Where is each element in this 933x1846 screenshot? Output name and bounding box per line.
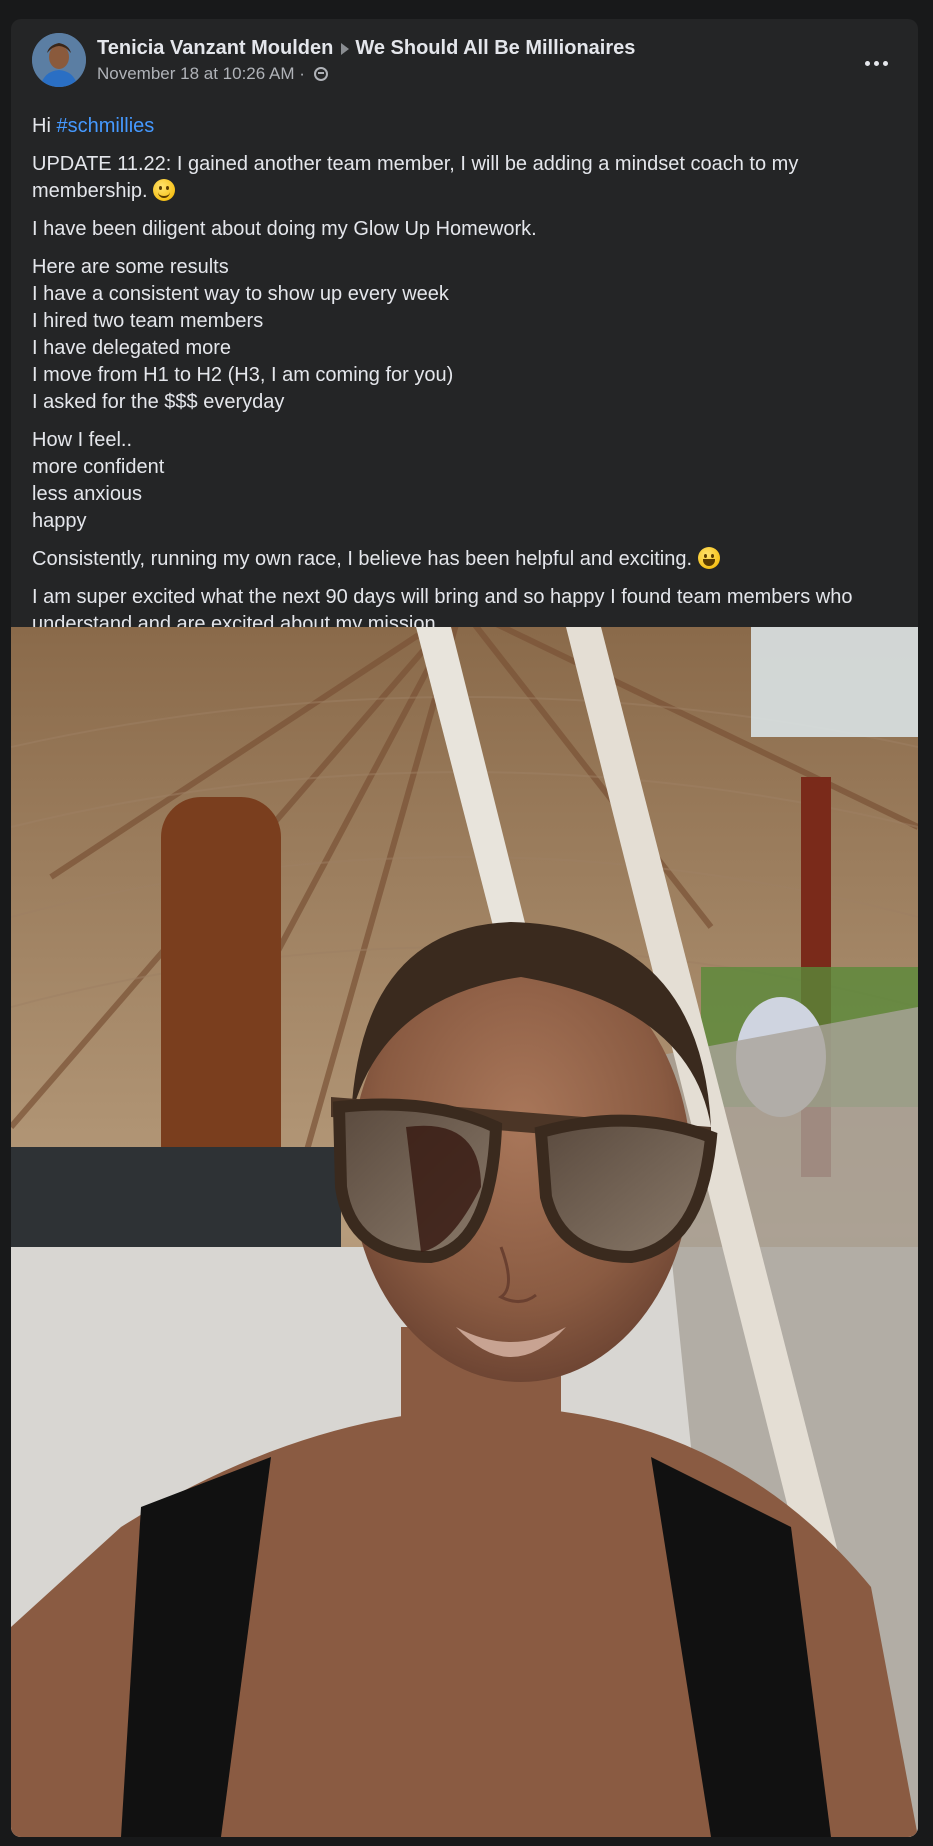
results-line: I have delegated more xyxy=(32,337,232,359)
greeting-paragraph: Hi #schmillies xyxy=(32,113,900,140)
author-name[interactable]: Tenicia Vanzant Moulden xyxy=(97,37,333,59)
more-options-icon xyxy=(864,60,870,66)
hashtag-link[interactable]: #schmillies xyxy=(56,115,154,137)
more-options-button[interactable] xyxy=(856,49,896,77)
update-paragraph: UPDATE 11.22: I gained another team memb… xyxy=(32,151,900,205)
feelings-paragraph: How I feel.. more confident less anxious… xyxy=(32,427,900,535)
post-author-line: Tenicia Vanzant Moulden We Should All Be … xyxy=(97,35,635,61)
results-paragraph: Here are some results I have a consisten… xyxy=(32,254,900,416)
smirking-face-emoji xyxy=(153,179,176,201)
feelings-line: less anxious xyxy=(32,483,143,505)
diligent-paragraph: I have been diligent about doing my Glow… xyxy=(32,216,900,243)
shared-to-arrow-icon xyxy=(341,42,350,55)
race-text: Consistently, running my own race, I bel… xyxy=(32,548,693,570)
grinning-face-emoji xyxy=(697,547,720,569)
feelings-line: happy xyxy=(32,510,87,532)
post-header: Tenicia Vanzant Moulden We Should All Be … xyxy=(11,19,918,99)
meta-separator: · xyxy=(299,64,305,83)
results-line: I move from H1 to H2 (H3, I am coming fo… xyxy=(32,364,454,386)
more-options-dot xyxy=(882,60,888,66)
post-timestamp[interactable]: November 18 at 10:26 AM xyxy=(97,64,295,83)
post-photo[interactable] xyxy=(11,627,918,1837)
race-paragraph: Consistently, running my own race, I bel… xyxy=(32,546,900,573)
post-meta: November 18 at 10:26 AM · xyxy=(97,63,328,85)
results-line: I have a consistent way to show up every… xyxy=(32,283,449,305)
results-line: Here are some results xyxy=(32,256,229,278)
diligent-text: I have been diligent about doing my Glow… xyxy=(32,218,537,240)
greeting-text: Hi xyxy=(32,115,57,137)
group-name[interactable]: We Should All Be Millionaires xyxy=(355,37,635,59)
group-audience-icon[interactable] xyxy=(313,67,328,81)
update-text: UPDATE 11.22: I gained another team memb… xyxy=(32,153,799,202)
avatar[interactable] xyxy=(32,33,86,87)
post-body: Hi #schmillies UPDATE 11.22: I gained an… xyxy=(32,113,900,649)
feelings-line: more confident xyxy=(32,456,165,478)
feelings-line: How I feel.. xyxy=(32,429,133,451)
more-options-dot xyxy=(873,60,879,66)
results-line: I hired two team members xyxy=(32,310,264,332)
post-card: Tenicia Vanzant Moulden We Should All Be … xyxy=(11,19,918,1837)
results-line: I asked for the $$$ everyday xyxy=(32,391,285,413)
